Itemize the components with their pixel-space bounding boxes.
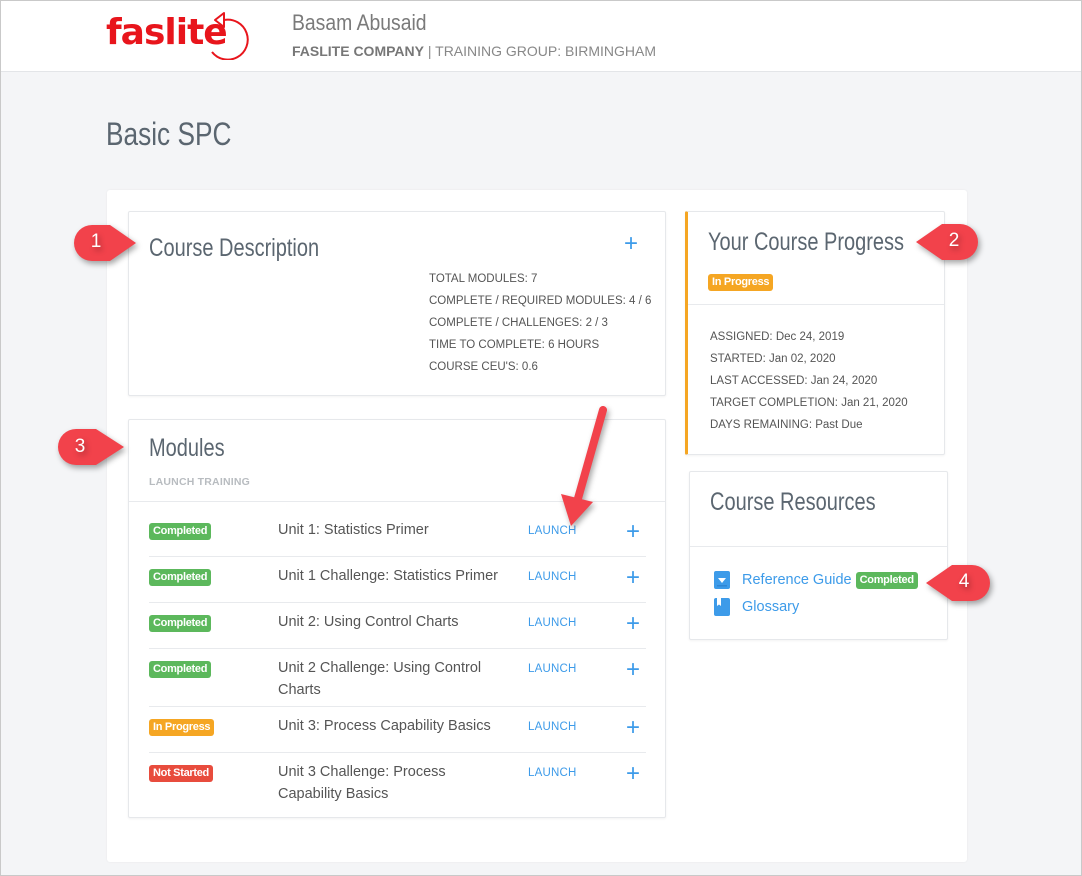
- callout-number: 3: [74, 436, 86, 457]
- download-icon: [714, 571, 730, 589]
- resource-status-badge: Completed: [855, 571, 918, 589]
- launch-training-label: LAUNCH TRAINING: [149, 476, 250, 488]
- modules-title: Modules: [149, 434, 225, 462]
- stat-challenges: COMPLETE / CHALLENGES: 2 / 3: [429, 317, 608, 329]
- launch-button[interactable]: LAUNCH: [528, 721, 577, 733]
- expand-module-plus-icon[interactable]: +: [626, 716, 640, 740]
- stat-required-modules: COMPLETE / REQUIRED MODULES: 4 / 6: [429, 295, 652, 307]
- module-name: Unit 1: Statistics Primer: [278, 522, 429, 538]
- resource-reference-guide: Reference Guide Completed: [714, 571, 918, 589]
- expand-module-plus-icon[interactable]: +: [626, 566, 640, 590]
- module-name: Unit 1 Challenge: Statistics Primer: [278, 568, 498, 584]
- assigned-date: ASSIGNED: Dec 24, 2019: [710, 331, 845, 343]
- module-status-badge: Not Started: [149, 765, 213, 782]
- course-progress-title: Your Course Progress: [708, 228, 905, 256]
- last-accessed-date: LAST ACCESSED: Jan 24, 2020: [710, 375, 878, 387]
- expand-description-plus-icon[interactable]: +: [624, 232, 638, 256]
- target-completion-date: TARGET COMPLETION: Jan 21, 2020: [710, 397, 908, 409]
- module-row: Not Started Unit 3 Challenge: Process Ca…: [149, 753, 646, 811]
- module-status-badge: Completed: [149, 615, 212, 632]
- reference-guide-link[interactable]: Reference Guide: [742, 572, 852, 588]
- annotation-arrow: [561, 406, 607, 526]
- company-name: FASLITE COMPANY: [292, 43, 424, 59]
- user-organization: FASLITE COMPANY | TRAINING GROUP: BIRMIN…: [292, 43, 656, 59]
- module-status-badge: Completed: [149, 661, 212, 678]
- course-resources-panel: Course Resources Reference Guide Complet…: [689, 471, 948, 640]
- callout-number: 1: [90, 231, 102, 252]
- expand-module-plus-icon[interactable]: +: [626, 762, 640, 786]
- stat-total-modules: TOTAL MODULES: 7: [429, 273, 538, 285]
- module-name: Unit 3: Process Capability Basics: [278, 718, 491, 734]
- callout-number: 2: [948, 230, 960, 251]
- expand-module-plus-icon[interactable]: +: [626, 520, 640, 544]
- course-progress-panel: Your Course Progress In Progress ASSIGNE…: [685, 211, 945, 455]
- module-row: In Progress Unit 3: Process Capability B…: [149, 707, 646, 753]
- course-status-badge: In Progress: [708, 274, 774, 291]
- expand-module-plus-icon[interactable]: +: [626, 612, 640, 636]
- days-remaining: DAYS REMAINING: Past Due: [710, 419, 863, 431]
- logo-arrow-icon: [211, 12, 249, 60]
- module-status-badge: In Progress: [149, 719, 215, 736]
- module-name: Unit 2 Challenge: Using Control Charts: [278, 660, 482, 698]
- started-date: STARTED: Jan 02, 2020: [710, 353, 836, 365]
- glossary-link[interactable]: Glossary: [742, 599, 799, 615]
- stat-time-to-complete: TIME TO COMPLETE: 6 HOURS: [429, 339, 600, 351]
- launch-button[interactable]: LAUNCH: [528, 663, 577, 675]
- org-separator: |: [423, 43, 436, 59]
- course-card: Course Description + TOTAL MODULES: 7 CO…: [107, 190, 967, 862]
- resource-glossary: Glossary: [714, 598, 803, 616]
- course-description-panel: Course Description + TOTAL MODULES: 7 CO…: [128, 211, 666, 396]
- module-name: Unit 3 Challenge: Process Capability Bas…: [278, 764, 446, 802]
- callout-number: 4: [958, 571, 970, 592]
- progress-divider: [688, 304, 944, 305]
- user-name: Basam Abusaid: [292, 10, 427, 35]
- module-row: Completed Unit 1 Challenge: Statistics P…: [149, 557, 646, 603]
- course-description-title: Course Description: [149, 234, 320, 262]
- launch-button[interactable]: LAUNCH: [528, 617, 577, 629]
- bookmark-icon: [714, 598, 730, 616]
- course-stats: TOTAL MODULES: 7 COMPLETE / REQUIRED MOD…: [429, 268, 651, 378]
- module-row: Completed Unit 2 Challenge: Using Contro…: [149, 649, 646, 707]
- stat-ceus: COURSE CEU'S: 0.6: [429, 361, 538, 373]
- module-name: Unit 2: Using Control Charts: [278, 614, 459, 630]
- module-status-badge: Completed: [149, 569, 212, 586]
- course-resources-title: Course Resources: [710, 488, 876, 516]
- expand-module-plus-icon[interactable]: +: [626, 658, 640, 682]
- launch-button[interactable]: LAUNCH: [528, 767, 577, 779]
- resources-divider: [690, 546, 947, 547]
- faslite-logo[interactable]: faslite: [106, 8, 256, 60]
- progress-details: ASSIGNED: Dec 24, 2019 STARTED: Jan 02, …: [710, 326, 908, 436]
- module-status-badge: Completed: [149, 523, 212, 540]
- top-header: faslite Basam Abusaid FASLITE COMPANY | …: [0, 0, 1082, 72]
- training-group: TRAINING GROUP: BIRMINGHAM: [435, 43, 657, 59]
- page-title: Basic SPC: [106, 116, 232, 152]
- launch-button[interactable]: LAUNCH: [528, 571, 577, 583]
- module-row: Completed Unit 2: Using Control Charts L…: [149, 603, 646, 649]
